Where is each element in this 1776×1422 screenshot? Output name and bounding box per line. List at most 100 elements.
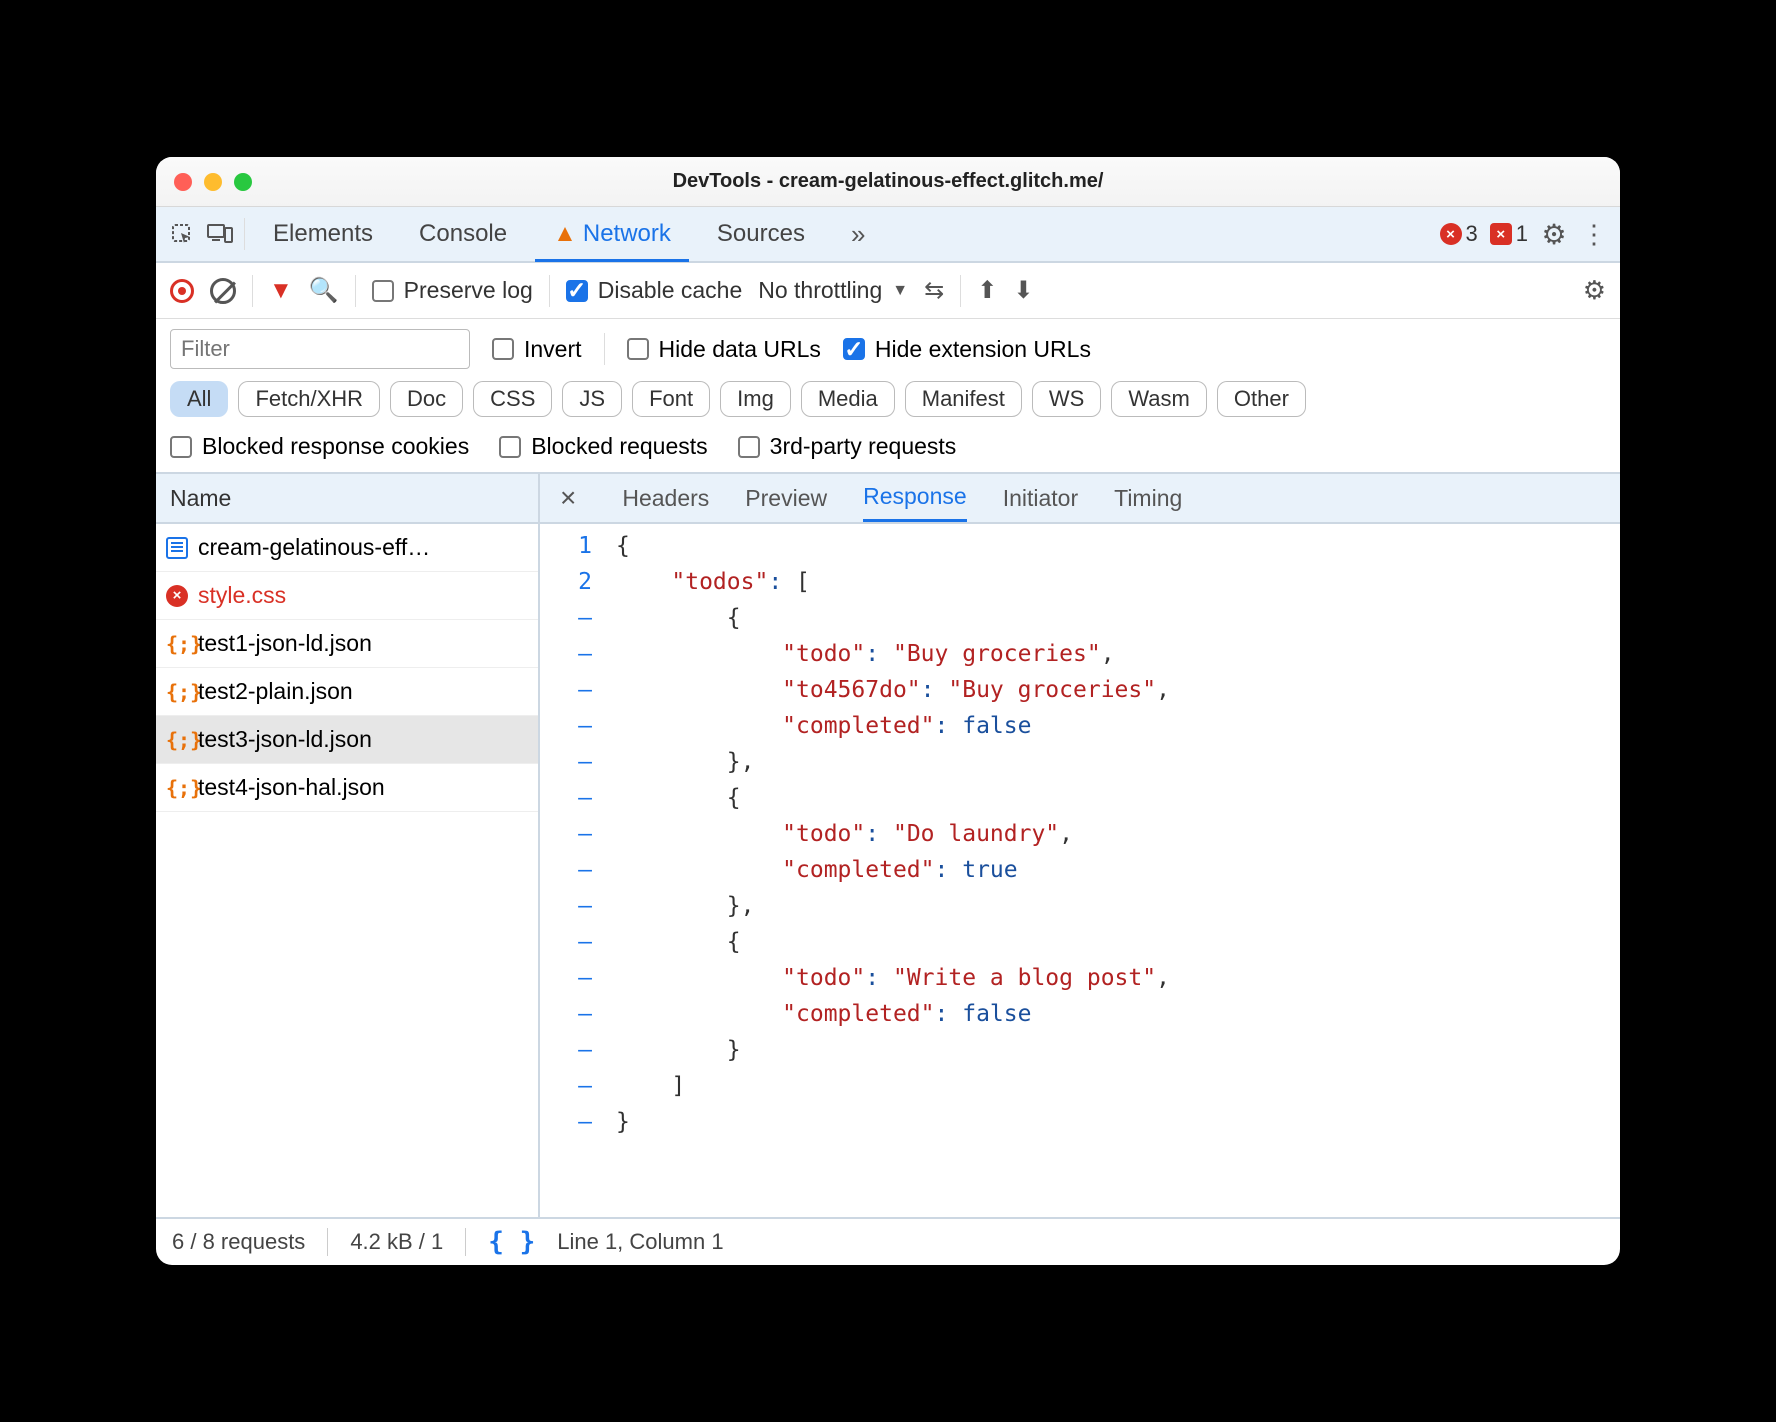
request-detail-pane: × HeadersPreviewResponseInitiatorTiming … (540, 474, 1620, 1217)
throttling-value: No throttling (758, 277, 882, 304)
preserve-log-checkbox[interactable]: Preserve log (372, 277, 533, 304)
type-chip-js[interactable]: JS (562, 381, 622, 417)
blocked-requests-checkbox[interactable]: Blocked requests (499, 433, 707, 460)
disable-cache-checkbox[interactable]: ✓ Disable cache (566, 277, 742, 304)
detail-tab-timing[interactable]: Timing (1114, 474, 1182, 522)
tab-network[interactable]: ▲ Network (535, 208, 689, 262)
window-title: DevTools - cream-gelatinous-effect.glitc… (156, 170, 1620, 193)
download-har-icon[interactable]: ⬇ (1013, 276, 1033, 305)
type-chip-media[interactable]: Media (801, 381, 895, 417)
network-toolbar: ▼ 🔍 Preserve log ✓ Disable cache No thro… (156, 263, 1620, 319)
response-body[interactable]: 12––––––––––––––– { "todos": [ { "todo":… (540, 524, 1620, 1217)
preserve-log-label: Preserve log (404, 277, 533, 304)
network-conditions-icon[interactable]: ⇆ (924, 276, 944, 305)
json-icon: {;} (166, 681, 188, 703)
more-filters-row: Blocked response cookies Blocked request… (156, 427, 1620, 474)
type-chip-font[interactable]: Font (632, 381, 710, 417)
request-row[interactable]: cream-gelatinous-eff… (156, 524, 538, 572)
record-button[interactable] (170, 279, 194, 303)
third-party-label: 3rd-party requests (770, 433, 957, 460)
request-name: cream-gelatinous-eff… (198, 534, 430, 561)
json-icon: {;} (166, 633, 188, 655)
request-name: test2-plain.json (198, 678, 353, 705)
json-icon: {;} (166, 729, 188, 751)
filter-input[interactable] (170, 329, 470, 369)
request-row[interactable]: {;} test4-json-hal.json (156, 764, 538, 812)
type-chip-doc[interactable]: Doc (390, 381, 463, 417)
issue-badge[interactable]: × 1 (1490, 221, 1528, 247)
invert-checkbox[interactable]: Invert (492, 336, 582, 363)
request-name: test4-json-hal.json (198, 774, 385, 801)
content-split: Name cream-gelatinous-eff…×style.css{;}t… (156, 474, 1620, 1217)
type-chip-other[interactable]: Other (1217, 381, 1306, 417)
type-chip-all[interactable]: All (170, 381, 228, 417)
maximize-window-button[interactable] (234, 173, 252, 191)
detail-tab-headers[interactable]: Headers (622, 474, 709, 522)
issue-icon: × (1490, 223, 1512, 245)
devtools-window: DevTools - cream-gelatinous-effect.glitc… (156, 157, 1620, 1265)
line-gutter[interactable]: 12––––––––––––––– (540, 524, 606, 1217)
throttling-select[interactable]: No throttling ▼ (758, 277, 908, 304)
type-chip-fetchxhr[interactable]: Fetch/XHR (238, 381, 380, 417)
inspect-icon[interactable] (168, 220, 196, 248)
document-icon (166, 537, 188, 559)
type-chip-ws[interactable]: WS (1032, 381, 1101, 417)
response-code[interactable]: { "todos": [ { "todo": "Buy groceries", … (606, 524, 1180, 1217)
device-toggle-icon[interactable] (206, 220, 234, 248)
status-bar: 6 / 8 requests 4.2 kB / 1 { } Line 1, Co… (156, 1217, 1620, 1265)
type-chip-manifest[interactable]: Manifest (905, 381, 1022, 417)
upload-har-icon[interactable]: ⬆ (977, 276, 997, 305)
status-transfer: 4.2 kB / 1 (350, 1229, 443, 1255)
main-tab-bar: Elements Console ▲ Network Sources » × 3… (156, 207, 1620, 263)
hide-ext-urls-label: Hide extension URLs (875, 336, 1091, 363)
request-name: style.css (198, 582, 286, 609)
error-badge[interactable]: × 3 (1440, 221, 1478, 247)
status-requests: 6 / 8 requests (172, 1229, 305, 1255)
type-chip-css[interactable]: CSS (473, 381, 552, 417)
request-list-pane: Name cream-gelatinous-eff…×style.css{;}t… (156, 474, 540, 1217)
close-detail-button[interactable]: × (560, 482, 576, 514)
hide-ext-urls-checkbox[interactable]: ✓ Hide extension URLs (843, 336, 1091, 363)
tab-console[interactable]: Console (401, 207, 525, 261)
invert-label: Invert (524, 336, 582, 363)
request-row[interactable]: {;}test3-json-ld.json (156, 716, 538, 764)
type-chip-img[interactable]: Img (720, 381, 791, 417)
hide-data-urls-label: Hide data URLs (659, 336, 821, 363)
network-settings-icon[interactable]: ⚙ (1583, 275, 1606, 306)
third-party-checkbox[interactable]: 3rd-party requests (738, 433, 957, 460)
kebab-menu-icon[interactable]: ⋮ (1580, 220, 1608, 248)
status-cursor: Line 1, Column 1 (557, 1229, 723, 1255)
detail-tab-initiator[interactable]: Initiator (1003, 474, 1078, 522)
pretty-print-button[interactable]: { } (488, 1227, 535, 1257)
settings-gear-icon[interactable]: ⚙ (1540, 220, 1568, 248)
hide-data-urls-checkbox[interactable]: Hide data URLs (627, 336, 821, 363)
tab-sources[interactable]: Sources (699, 207, 823, 261)
detail-tab-preview[interactable]: Preview (745, 474, 827, 522)
request-row[interactable]: {;} test2-plain.json (156, 668, 538, 716)
minimize-window-button[interactable] (204, 173, 222, 191)
clear-log-button[interactable] (210, 278, 236, 304)
close-window-button[interactable] (174, 173, 192, 191)
detail-tabs: × Headers Preview Response Initiator Timing (540, 474, 1620, 524)
tab-elements[interactable]: Elements (255, 207, 391, 261)
request-row[interactable]: {;} test1-json-ld.json (156, 620, 538, 668)
detail-tab-response[interactable]: Response (863, 474, 967, 522)
error-count: 3 (1466, 221, 1478, 247)
issue-count: 1 (1516, 221, 1528, 247)
request-name: test1-json-ld.json (198, 630, 372, 657)
type-chip-wasm[interactable]: Wasm (1111, 381, 1207, 417)
blocked-cookies-label: Blocked response cookies (202, 433, 469, 460)
request-row[interactable]: ×style.css (156, 572, 538, 620)
json-icon: {;} (166, 777, 188, 799)
tab-network-label: Network (583, 220, 671, 248)
filter-funnel-icon[interactable]: ▼ (269, 277, 293, 305)
filter-row: Invert Hide data URLs ✓ Hide extension U… (156, 319, 1620, 375)
more-tabs-button[interactable]: » (833, 207, 883, 261)
search-icon[interactable]: 🔍 (309, 276, 339, 305)
request-list: cream-gelatinous-eff… ×style.css {;} test1-… (156, 524, 538, 1217)
blocked-cookies-checkbox[interactable]: Blocked response cookies (170, 433, 469, 460)
blocked-requests-label: Blocked requests (531, 433, 707, 460)
resource-type-filter: All Fetch/XHR Doc CSS JS Font Img Media Manifest… (156, 375, 1620, 427)
titlebar: DevTools - cream-gelatinous-effect.glitc… (156, 157, 1620, 207)
request-list-header[interactable]: Name (156, 474, 538, 524)
